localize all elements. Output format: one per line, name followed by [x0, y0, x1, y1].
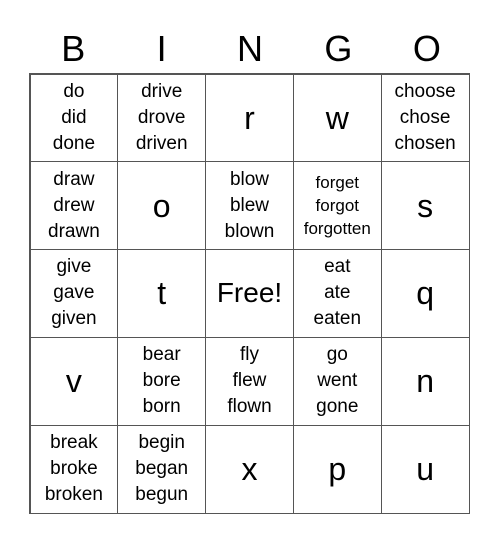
- cell-text: n: [416, 363, 434, 400]
- header-letter-o: O: [412, 28, 441, 69]
- bingo-cell[interactable]: s: [380, 161, 470, 251]
- cell-text: s: [417, 187, 434, 224]
- cell-text: fly flew flown: [227, 344, 272, 418]
- header-letter-i: I: [156, 28, 167, 69]
- header-letter-n: N: [237, 28, 264, 69]
- cell-text: drive drove driven: [135, 80, 188, 154]
- cell-text: w: [325, 99, 349, 136]
- cell-text: bear bore born: [142, 344, 181, 418]
- header-letter-g: G: [324, 28, 353, 69]
- bingo-cell[interactable]: p: [292, 424, 382, 514]
- bingo-cell[interactable]: v: [29, 336, 119, 426]
- bingo-cell[interactable]: blow blew blown: [205, 161, 294, 251]
- bingo-grid: do did done drive drove driven r w choose ch…: [29, 73, 470, 514]
- cell-text: t: [157, 275, 167, 312]
- bingo-cell[interactable]: r: [205, 73, 294, 163]
- cell-text: draw drew drawn: [48, 168, 100, 242]
- bingo-cell[interactable]: go went gone: [292, 336, 382, 426]
- bingo-cell[interactable]: begin began begun: [117, 424, 207, 514]
- bingo-cell[interactable]: fly flew flown: [205, 336, 294, 426]
- bingo-cell[interactable]: do did done: [29, 73, 119, 163]
- cell-text: begin began begun: [135, 432, 189, 506]
- free-space-cell[interactable]: Free!: [205, 249, 294, 338]
- cell-text: blow blew blown: [224, 168, 275, 242]
- bingo-cell[interactable]: t: [117, 249, 207, 338]
- cell-text: x: [241, 451, 258, 488]
- cell-text: forget forgot forgotten: [303, 173, 371, 239]
- header-letter-b: B: [61, 28, 86, 69]
- cell-text: go went gone: [316, 344, 359, 418]
- cell-text: eat ate eaten: [313, 256, 362, 330]
- cell-text: q: [416, 275, 434, 312]
- bingo-cell[interactable]: u: [380, 424, 470, 514]
- cell-text: p: [328, 451, 347, 488]
- bingo-header: B I N G O: [29, 24, 471, 74]
- cell-text: do did done: [52, 80, 96, 154]
- cell-text: u: [416, 451, 434, 488]
- cell-text: v: [65, 363, 82, 400]
- bingo-cell[interactable]: x: [205, 424, 294, 514]
- bingo-cell[interactable]: choose chose chosen: [380, 73, 470, 163]
- bingo-cell[interactable]: bear bore born: [117, 336, 207, 426]
- cell-text: break broke broken: [44, 432, 103, 506]
- bingo-cell[interactable]: w: [292, 73, 382, 163]
- bingo-cell[interactable]: drive drove driven: [117, 73, 207, 163]
- cell-text: o: [152, 187, 171, 224]
- bingo-cell[interactable]: give gave given: [29, 249, 119, 338]
- bingo-cell[interactable]: o: [117, 161, 207, 251]
- bingo-cell[interactable]: n: [380, 336, 470, 426]
- cell-text: choose chose chosen: [394, 80, 456, 154]
- cell-text: r: [244, 99, 255, 136]
- bingo-cell[interactable]: forget forgot forgotten: [292, 161, 382, 251]
- bingo-cell[interactable]: eat ate eaten: [292, 249, 382, 338]
- cell-text: Free!: [216, 277, 283, 309]
- bingo-cell[interactable]: draw drew drawn: [29, 161, 119, 251]
- bingo-cell[interactable]: q: [380, 249, 470, 338]
- cell-text: give gave given: [51, 256, 97, 330]
- bingo-cell[interactable]: break broke broken: [29, 424, 119, 514]
